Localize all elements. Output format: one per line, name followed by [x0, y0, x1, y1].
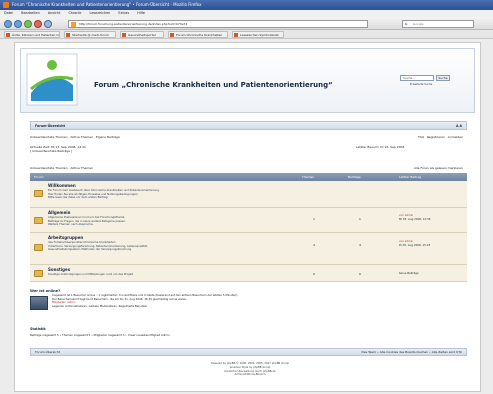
forum-folder-icon [34, 270, 43, 277]
quick-links[interactable]: Unbeantwortete Themen · Aktive Themen · … [30, 135, 120, 139]
window-title: Forum "Chronische Krankheiten und Patien… [12, 2, 202, 7]
bookmark-item[interactable]: Forum Chronische Krankheiten [168, 31, 228, 38]
forward-icon[interactable] [14, 20, 22, 28]
column-header-forum: Forum [34, 175, 44, 179]
last-post-date: Di 05. Aug 2008, 15:03 [399, 242, 431, 247]
home-icon[interactable] [44, 20, 52, 28]
forum-folder-icon [34, 190, 43, 197]
menu-extras[interactable]: Extras [118, 11, 129, 15]
breadcrumb-home-link[interactable]: Forum-Übersicht [35, 124, 65, 128]
bookmark-item[interactable]: Startseite @ medi-forum [64, 31, 116, 38]
bookmark-item[interactable]: Ärzte, Kliniken und Patienten im Netz [4, 31, 60, 38]
reload-icon[interactable] [24, 20, 32, 28]
menu-bearbeiten[interactable]: Bearbeiten [21, 11, 40, 15]
bookmark-item[interactable]: Gesundheitsportal [120, 31, 164, 38]
footer-home-link[interactable]: Forum-Übersicht [35, 350, 60, 354]
admin-panel-link[interactable]: Administrations-Bereich [140, 373, 360, 377]
topic-count: 1 [313, 217, 315, 221]
last-post: von admin Di 05. Aug 2008, 15:03 [399, 239, 431, 247]
forum-folder-icon [34, 244, 43, 251]
forum-search-input[interactable]: Suche… [400, 75, 434, 81]
font-size-controls[interactable]: A A [456, 122, 462, 130]
breadcrumb: Forum-Übersicht A A [30, 121, 467, 130]
advanced-search-link[interactable]: Erweiterte Suche [410, 83, 432, 86]
topic-links[interactable]: Unbeantwortete Themen · Aktive Themen [30, 166, 93, 170]
forum-row[interactable]: Sonstiges Sonstige Ankündigungen und Mit… [30, 265, 467, 282]
forum-description: Sonstige Ankündigungen und Mitteilungen … [48, 272, 134, 276]
forum-search-button[interactable]: Suche [436, 75, 450, 81]
forum-folder-icon [34, 217, 43, 224]
bookmark-item[interactable]: Lesezeichen-Symbolleiste [232, 31, 284, 38]
forum-row[interactable]: Arbeitsgruppen des Förderschwerpunktes C… [30, 233, 467, 265]
user-links[interactable]: FAQ · Registrieren · Anmelden [418, 133, 463, 141]
menu-datei[interactable]: Datei [4, 11, 13, 15]
unread-posts-link[interactable]: [ Unbeantwortete Beiträge ] [30, 149, 86, 153]
quick-links-row: Unbeantwortete Themen · Aktive Themen · … [30, 133, 467, 141]
window-titlebar: Forum "Chronische Krankheiten und Patien… [0, 0, 493, 10]
menu-bar: Datei Bearbeiten Ansicht Chronik Lesezei… [0, 10, 493, 17]
post-count: 4 [359, 243, 361, 247]
menu-ansicht[interactable]: Ansicht [48, 11, 61, 15]
site-title: Forum „Chronische Krankheiten und Patien… [94, 81, 333, 89]
statistics-text: Beiträge insgesamt 5 • Themen insgesamt … [30, 333, 170, 337]
time-info: Aktuelle Zeit: Mi 17. Sep 2008, 14:21 [ … [30, 145, 86, 154]
footer-navbar: Forum-Übersicht Das Team • Alle Cookies … [30, 348, 467, 356]
forum-table-header: Forum Themen Beiträge Letzter Beitrag [30, 173, 467, 181]
menu-hilfe[interactable]: Hilfe [137, 11, 145, 15]
browser-search-input[interactable]: G Google [402, 20, 474, 28]
forum-description: Allgemeine Diskussionen rund um das Fors… [48, 215, 126, 227]
forum-row[interactable]: Allgemein Allgemeine Diskussionen rund u… [30, 208, 467, 233]
action-links-row: Unbeantwortete Themen · Aktive Themen Al… [30, 166, 467, 170]
last-post-date: Mi 03. Aug 2008, 12:36 [399, 216, 431, 221]
last-post: Keine Beiträge [399, 271, 419, 276]
menu-lesezeichen[interactable]: Lesezeichen [90, 11, 111, 15]
post-count: 1 [359, 217, 361, 221]
back-icon[interactable] [4, 20, 12, 28]
forum-description: Ein Forum zum Austausch über Chronische … [48, 188, 160, 200]
menu-chronik[interactable]: Chronik [68, 11, 81, 15]
column-header-last-post: Letzter Beitrag [399, 175, 422, 179]
forum-logo [26, 53, 78, 106]
copyright: Powered by phpBB © 2000, 2002, 2005, 200… [140, 362, 360, 377]
forum-row[interactable]: Willkommen Ein Forum zum Austausch über … [30, 181, 467, 208]
column-header-posts: Beiträge [348, 175, 361, 179]
bookmarks-toolbar: Ärzte, Kliniken und Patienten im Netz St… [0, 30, 493, 39]
who-is-online-icon [30, 296, 48, 310]
site-favicon-icon [71, 22, 76, 27]
who-is-online-text: Insgesamt ist 1 Besucher online :: 1 reg… [52, 293, 452, 309]
statistics-title: Statistik [30, 327, 46, 331]
forum-description: des Förderschwerpunktes Chronische Krank… [48, 240, 148, 252]
topic-count: 0 [313, 272, 315, 276]
google-icon: G [405, 22, 408, 26]
stop-icon[interactable] [34, 20, 42, 28]
user-legend: Legende: Administratoren, Globale Modera… [52, 304, 148, 309]
firefox-icon [3, 2, 9, 8]
no-posts-label: Keine Beiträge [399, 271, 419, 275]
navigation-toolbar: http://forum.forschung-patientenorientie… [0, 17, 493, 30]
topic-count: 4 [313, 243, 315, 247]
last-post: von admin Mi 03. Aug 2008, 12:36 [399, 213, 431, 221]
post-count: 0 [359, 272, 361, 276]
last-visit-info: Letzter Besuch: Di 16. Sep 2008 [356, 145, 405, 149]
mark-read-link[interactable]: Alle Foren als gelesen markieren [414, 166, 463, 170]
url-input[interactable]: http://forum.forschung-patientenorientie… [68, 20, 368, 28]
column-header-topics: Themen [302, 175, 315, 179]
footer-links[interactable]: Das Team • Alle Cookies des Boards lösch… [361, 349, 462, 356]
